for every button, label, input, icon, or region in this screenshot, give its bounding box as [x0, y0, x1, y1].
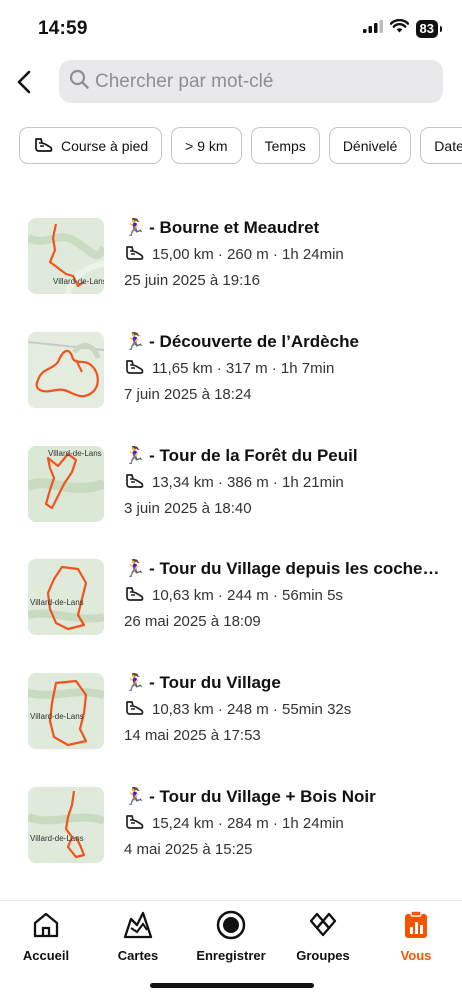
map-place-label: Villard-de-Lans: [30, 834, 84, 843]
activity-stats: 13,34 km · 386 m · 1h 21min: [124, 473, 344, 491]
activity-item[interactable]: Villard-de-Lans 🏃‍♀️ - Tour du Village 10…: [0, 673, 462, 783]
activity-item[interactable]: 🏃‍♀️ - Découverte de l’Ardèche 11,65 km ·…: [0, 332, 462, 442]
shoe-icon: [124, 700, 144, 718]
tab-label: Accueil: [22, 948, 70, 963]
runner-emoji: 🏃‍♀️: [124, 787, 146, 806]
search-input[interactable]: [95, 70, 415, 93]
tab-label: Cartes: [117, 948, 159, 963]
route-map-thumbnail: Villard-de-Lans: [28, 787, 104, 863]
chevron-left-icon: [17, 70, 31, 94]
cellular-signal-icon: [362, 19, 383, 38]
runner-emoji: 🏃‍♀️: [124, 673, 146, 692]
activity-title[interactable]: 🏃‍♀️ - Bourne et Meaudret: [124, 218, 444, 238]
home-indicator: [150, 983, 314, 988]
map-place-label: Villard-de-Lans: [48, 449, 102, 458]
activity-date: 4 mai 2025 à 15:25: [124, 841, 253, 858]
tab-vous[interactable]: Vous: [370, 909, 462, 969]
activity-title-text: - Tour du Village + Bois Noir: [149, 787, 376, 806]
activity-item[interactable]: Villard-de-Lans 🏃‍♀️ - Tour du Village + …: [0, 787, 462, 897]
activity-title[interactable]: 🏃‍♀️ - Découverte de l’Ardèche: [124, 332, 444, 352]
wifi-icon: [389, 18, 409, 38]
tab-label: Vous: [400, 948, 432, 963]
runner-emoji: 🏃‍♀️: [124, 446, 146, 465]
shoe-icon: [124, 586, 144, 604]
activity-title[interactable]: 🏃‍♀️ - Tour du Village depuis les coche…: [124, 559, 444, 579]
activity-date: 26 mai 2025 à 18:09: [124, 613, 261, 630]
route-map-thumbnail: [28, 332, 104, 408]
tab-enregistrer[interactable]: Enregistrer: [185, 909, 277, 969]
shoe-icon: [124, 473, 144, 491]
battery-indicator: 83: [415, 19, 443, 38]
tab-label: Enregistrer: [196, 948, 266, 963]
activity-stats-text: 10,83 km · 248 m · 55min 32s: [152, 700, 352, 718]
shoe-icon: [124, 814, 144, 832]
filter-chip-date[interactable]: Date: [420, 127, 462, 164]
runner-emoji: 🏃‍♀️: [124, 332, 146, 351]
shoe-icon: [33, 137, 53, 155]
status-time: 14:59: [38, 18, 88, 39]
activity-title-text: - Tour du Village depuis les coche…: [149, 559, 440, 578]
activity-stats: 15,24 km · 284 m · 1h 24min: [124, 814, 344, 832]
home-icon: [31, 909, 61, 941]
map-place-label: Villard-de-Lans: [30, 598, 84, 607]
activity-stats: 10,63 km · 244 m · 56min 5s: [124, 586, 343, 604]
map-icon: [122, 909, 154, 941]
filter-chip-label: Course à pied: [61, 137, 149, 154]
runner-emoji: 🏃‍♀️: [124, 218, 146, 237]
back-button[interactable]: [8, 66, 40, 98]
activity-date: 25 juin 2025 à 19:16: [124, 272, 260, 289]
activity-stats-text: 11,65 km · 317 m · 1h 7min: [152, 359, 335, 377]
map-place-label: Villard-de-Lans: [53, 277, 104, 286]
shoe-icon: [124, 359, 144, 377]
runner-emoji: 🏃‍♀️: [124, 559, 146, 578]
activity-title[interactable]: 🏃‍♀️ - Tour du Village + Bois Noir: [124, 787, 444, 807]
tab-cartes[interactable]: Cartes: [92, 909, 184, 969]
filter-chip-label: > 9 km: [185, 137, 228, 154]
stats-icon: [403, 909, 429, 941]
activity-stats-text: 15,00 km · 260 m · 1h 24min: [152, 245, 344, 263]
filter-chip-sport[interactable]: Course à pied: [19, 127, 163, 164]
activity-date: 14 mai 2025 à 17:53: [124, 727, 261, 744]
record-icon: [215, 909, 247, 941]
route-map-thumbnail: Villard-de-Lans: [28, 673, 104, 749]
route-map-thumbnail: Villard-de-Lans: [28, 446, 104, 522]
activity-title[interactable]: 🏃‍♀️ - Tour de la Forêt du Peuil: [124, 446, 444, 466]
activity-stats: 11,65 km · 317 m · 1h 7min: [124, 359, 334, 377]
activity-stats-text: 13,34 km · 386 m · 1h 21min: [152, 473, 344, 491]
activity-item[interactable]: Villard-de-Lans 🏃‍♀️ - Bourne et Meaudret…: [0, 218, 462, 328]
map-place-label: Villard-de-Lans: [30, 712, 84, 721]
search-bar[interactable]: [59, 60, 443, 103]
filter-chip-label: Date: [434, 137, 462, 154]
filter-chip-distance[interactable]: > 9 km: [171, 127, 242, 164]
activity-stats: 15,00 km · 260 m · 1h 24min: [124, 245, 344, 263]
top-bar: [0, 60, 462, 104]
activity-title-text: - Découverte de l’Ardèche: [149, 332, 359, 351]
activity-title[interactable]: 🏃‍♀️ - Tour du Village: [124, 673, 444, 693]
tab-accueil[interactable]: Accueil: [0, 909, 92, 969]
tab-groupes[interactable]: Groupes: [277, 909, 369, 969]
activity-title-text: - Bourne et Meaudret: [149, 218, 320, 237]
groups-icon: [307, 909, 339, 941]
filter-chip-label: Dénivelé: [342, 137, 398, 154]
activity-stats: 10,83 km · 248 m · 55min 32s: [124, 700, 351, 718]
activity-item[interactable]: Villard-de-Lans 🏃‍♀️ - Tour du Village de…: [0, 559, 462, 669]
filter-chip-elevation[interactable]: Dénivelé: [328, 127, 412, 164]
filter-chips: Course à pied > 9 km Temps Dénivelé Date: [19, 127, 462, 165]
activity-date: 7 juin 2025 à 18:24: [124, 386, 252, 403]
activity-date: 3 juin 2025 à 18:40: [124, 500, 252, 517]
tab-label: Groupes: [296, 948, 350, 963]
route-map-thumbnail: Villard-de-Lans: [28, 218, 104, 294]
status-icons: 83: [362, 18, 443, 38]
search-icon: [69, 69, 89, 94]
activity-title-text: - Tour du Village: [149, 673, 281, 692]
route-map-thumbnail: Villard-de-Lans: [28, 559, 104, 635]
activity-stats-text: 15,24 km · 284 m · 1h 24min: [152, 814, 344, 832]
filter-chip-label: Temps: [264, 137, 306, 154]
activity-stats-text: 10,63 km · 244 m · 56min 5s: [152, 586, 343, 604]
activity-title-text: - Tour de la Forêt du Peuil: [149, 446, 358, 465]
filter-chip-time[interactable]: Temps: [250, 127, 320, 164]
activity-item[interactable]: Villard-de-Lans 🏃‍♀️ - Tour de la Forêt d…: [0, 446, 462, 556]
status-bar: 14:59 83: [0, 0, 462, 56]
shoe-icon: [124, 245, 144, 263]
